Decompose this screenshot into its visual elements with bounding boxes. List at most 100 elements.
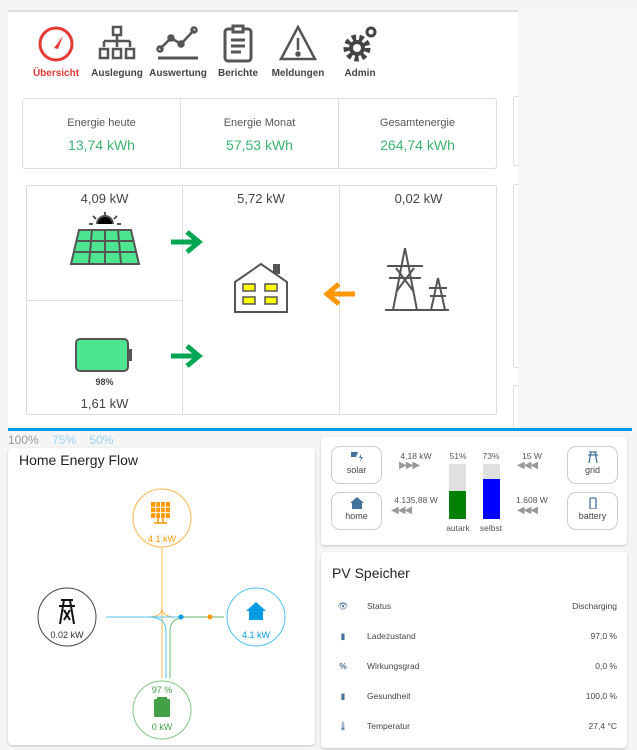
entity-label: Temperatur bbox=[367, 721, 410, 731]
stat-label: Energie Monat bbox=[223, 117, 296, 129]
energy-flow-diagram bbox=[37, 488, 286, 740]
solar-value: 4.1 kW bbox=[147, 534, 176, 544]
battery-value: 0 kW bbox=[151, 722, 173, 732]
nav-label: Berichte bbox=[217, 68, 258, 79]
entity-row-gesundheit[interactable]: ▮ Gesundheit 100,0 % bbox=[333, 686, 617, 706]
selbst-percent: 73% bbox=[482, 451, 500, 461]
home-button[interactable]: home bbox=[331, 492, 382, 530]
pct-50[interactable]: 50% bbox=[89, 433, 113, 447]
flow-arrows-left: ◀◀◀ bbox=[391, 505, 412, 516]
entity-row-status[interactable]: 👁 Status Discharging bbox=[333, 596, 617, 616]
thermometer-icon: 🌡 bbox=[337, 720, 349, 731]
pv-speicher-card: PV Speicher 👁 Status Discharging ▮ Ladezust… bbox=[321, 552, 627, 748]
home-icon bbox=[349, 497, 364, 509]
source-column: 4,09 kW 98% 1,61 kW bbox=[27, 186, 183, 414]
grid-button[interactable]: grid bbox=[567, 446, 618, 484]
card-title: PV Speicher bbox=[332, 565, 410, 581]
transmission-tower-icon bbox=[587, 451, 598, 463]
entity-row-temperatur[interactable]: 🌡 Temperatur 27,4 °C bbox=[333, 716, 617, 736]
flow-arrows-left: ◀◀◀ bbox=[517, 460, 538, 471]
battery-heart-icon: ▮ bbox=[340, 690, 346, 701]
nav-label: Auswertung bbox=[149, 68, 207, 79]
energy-stats: Energie heute 13,74 kWh Energie Monat 57,5… bbox=[22, 98, 497, 169]
stat-label: Energie heute bbox=[67, 117, 136, 129]
autark-bar bbox=[449, 464, 466, 519]
stat-value: 264,74 kWh bbox=[380, 137, 455, 153]
selbst-bar-fill bbox=[483, 478, 500, 519]
line-chart-icon bbox=[156, 26, 198, 60]
percent-tabs: 100% 75% 50% bbox=[8, 433, 113, 447]
home-flow-value: 4.135,88 W bbox=[394, 495, 438, 505]
pct-75[interactable]: 75% bbox=[52, 433, 76, 447]
dashboard-frame: Übersicht Auslegung Auswertung Berichte … bbox=[8, 10, 518, 428]
panel-stub bbox=[513, 96, 519, 166]
stat-value: 57,53 kWh bbox=[226, 137, 293, 153]
battery-soc: 98% bbox=[95, 377, 114, 387]
warning-icon bbox=[278, 24, 318, 61]
grid-power: 0,02 kW bbox=[394, 191, 443, 206]
panel-stub bbox=[513, 385, 519, 430]
button-label: battery bbox=[578, 511, 607, 521]
battery-icon bbox=[75, 338, 132, 372]
selbst-label: selbst bbox=[479, 523, 503, 533]
power-flow-panel: 4,09 kW 98% 1,61 kW 5,72 kW 0,02 kW bbox=[26, 185, 497, 415]
stat-value: 13,74 kWh bbox=[68, 137, 135, 153]
selbst-bar bbox=[483, 464, 500, 519]
nav-label: Übersicht bbox=[32, 68, 80, 79]
entity-label: Gesundheit bbox=[367, 691, 411, 701]
battery-outline-icon bbox=[588, 497, 597, 509]
percent-icon: % bbox=[339, 661, 347, 671]
entity-value: Discharging bbox=[572, 601, 617, 611]
entity-label: Status bbox=[367, 601, 392, 611]
nav-uebersicht[interactable]: Übersicht bbox=[26, 24, 86, 79]
divider bbox=[8, 428, 632, 431]
autark-bar-fill bbox=[449, 490, 466, 519]
button-label: home bbox=[345, 511, 368, 521]
battery-icon: ▮ bbox=[340, 630, 346, 641]
grid-column: 0,02 kW bbox=[340, 186, 497, 414]
house-power: 5,72 kW bbox=[237, 191, 285, 206]
entity-row-wirkungsgrad[interactable]: % Wirkungsgrad 0,0 % bbox=[333, 656, 617, 676]
solar-panel-icon bbox=[69, 212, 141, 265]
nav-meldungen[interactable]: Meldungen bbox=[268, 24, 328, 79]
battery-button[interactable]: battery bbox=[567, 492, 618, 530]
gears-icon bbox=[343, 26, 377, 62]
stat-energie-heute: Energie heute 13,74 kWh bbox=[23, 99, 181, 168]
battery-icon bbox=[154, 697, 170, 717]
home-energy-flow-card: Home Energy Flow 4.1 kW 0.02 kW 4.1 kW 9… bbox=[8, 448, 315, 745]
entity-value: 97,0 % bbox=[590, 631, 617, 641]
entity-value: 100,0 % bbox=[585, 691, 617, 701]
entity-value: 27,4 °C bbox=[588, 721, 617, 731]
flow-dot bbox=[178, 614, 184, 620]
button-label: grid bbox=[584, 465, 600, 475]
flow-dot bbox=[207, 614, 213, 620]
clipboard-icon bbox=[223, 24, 253, 63]
entity-label: Wirkungsgrad bbox=[367, 661, 420, 671]
eye-icon: 👁 bbox=[337, 600, 349, 611]
entity-row-ladezustand[interactable]: ▮ Ladezustand 97,0 % bbox=[333, 626, 617, 646]
house-icon bbox=[234, 262, 288, 313]
house-column: 5,72 kW bbox=[183, 186, 340, 414]
arrow-left-icon bbox=[323, 282, 355, 306]
solar-button[interactable]: solar bbox=[331, 446, 382, 484]
sitemap-icon bbox=[98, 25, 136, 60]
nav-label: Meldungen bbox=[271, 68, 325, 79]
stat-label: Gesamtenergie bbox=[379, 117, 456, 129]
nav-auslegung[interactable]: Auslegung bbox=[87, 24, 147, 79]
panel-stub bbox=[513, 184, 519, 368]
power-tower-icon bbox=[385, 248, 449, 311]
pv-power: 4,09 kW bbox=[80, 191, 129, 206]
nav-berichte[interactable]: Berichte bbox=[208, 24, 268, 79]
sidebar-area bbox=[518, 10, 637, 428]
battery-power: 1,61 kW bbox=[80, 396, 129, 411]
stat-gesamtenergie: Gesamtenergie 264,74 kWh bbox=[339, 99, 496, 168]
nav-label: Auslegung bbox=[91, 68, 143, 79]
button-label: solar bbox=[346, 465, 367, 475]
entity-value: 0,0 % bbox=[595, 661, 617, 671]
solar-power-icon bbox=[350, 452, 363, 462]
pct-100[interactable]: 100% bbox=[8, 433, 39, 447]
battery-soc: 97 % bbox=[151, 685, 173, 695]
stat-energie-monat: Energie Monat 57,53 kWh bbox=[181, 99, 339, 168]
nav-admin[interactable]: Admin bbox=[330, 24, 390, 79]
nav-auswertung[interactable]: Auswertung bbox=[148, 24, 208, 79]
